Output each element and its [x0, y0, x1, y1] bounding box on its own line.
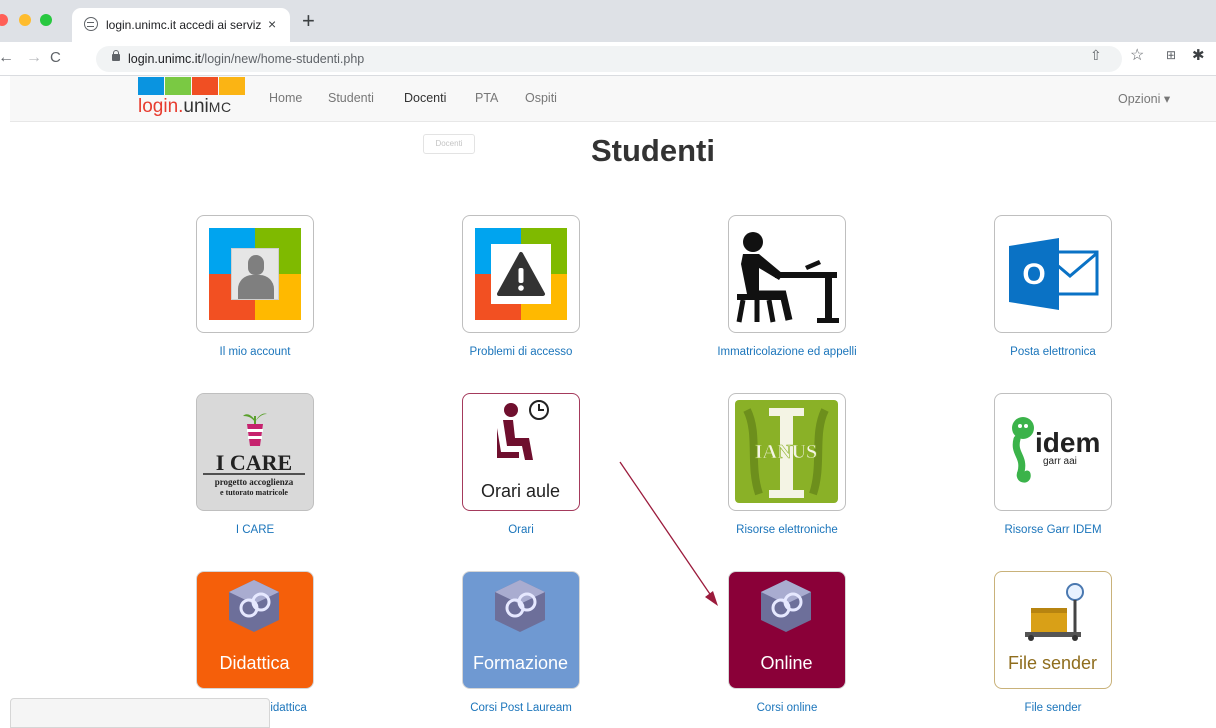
label-orari-aule: Orari aule: [480, 481, 561, 501]
extension-grid-icon[interactable]: ⊞: [1166, 48, 1176, 62]
cube-icon: [229, 580, 279, 632]
svg-text:progetto accoglienza: progetto accoglienza: [215, 477, 294, 487]
close-window-button[interactable]: [0, 14, 8, 26]
svg-text:garr aai: garr aai: [1043, 456, 1077, 467]
idem-logo: idem garr aai: [1012, 417, 1100, 483]
new-tab-button[interactable]: +: [302, 10, 315, 32]
tile-icare[interactable]: I CARE progetto accoglienza e tutorato m…: [196, 393, 314, 511]
logo-square-red: [192, 77, 218, 95]
nav-docenti[interactable]: Docenti: [404, 91, 446, 105]
logo-square-blue: [138, 77, 164, 95]
icare-logo: I CARE progetto accoglienza e tutorato m…: [197, 394, 312, 509]
options-dropdown[interactable]: Opzioni ▾: [1118, 91, 1170, 106]
label-formazione: Formazione: [472, 653, 569, 673]
label-online: Online: [760, 653, 813, 673]
site-navbar: login.uniMC Home Studenti Docenti PTA Os…: [10, 76, 1216, 122]
browser-tab[interactable]: login.unimc.it accedi ai servizi ×: [72, 8, 290, 42]
tile-schedules[interactable]: Orari aule: [462, 393, 580, 511]
tile-online[interactable]: Online: [728, 571, 846, 689]
tile-formazione[interactable]: Formazione: [462, 571, 580, 689]
tab-strip: login.unimc.it accedi ai servizi × +: [0, 0, 1216, 42]
browser-window: login.unimc.it accedi ai servizi × + ← →…: [0, 0, 1216, 728]
bookmark-star-icon[interactable]: ☆: [1130, 45, 1144, 65]
nav-studenti[interactable]: Studenti: [328, 91, 374, 105]
caption-idem[interactable]: Risorse Garr IDEM: [938, 524, 1168, 536]
tile-idem[interactable]: idem garr aai: [994, 393, 1112, 511]
tab-title: login.unimc.it accedi ai servizi: [106, 18, 261, 32]
seat-clock-icon: [497, 400, 549, 460]
caption-schedules[interactable]: Orari: [406, 524, 636, 536]
caption-e-resources[interactable]: Risorse elettroniche: [672, 524, 902, 536]
label-file-sender: File sender: [1007, 653, 1098, 673]
brand-text: login.uniMC: [138, 96, 232, 117]
unimc-logo[interactable]: login.uniMC: [138, 76, 250, 122]
status-bar: [10, 698, 270, 728]
caption-enrollment[interactable]: Immatricolazione ed appelli: [672, 346, 902, 358]
label-didattica: Didattica: [219, 653, 290, 673]
tile-filesender[interactable]: File sender: [994, 571, 1112, 689]
browser-toolbar: ← → C login.unimc.it/login/new/home-stud…: [0, 42, 1216, 76]
warning-icon: [475, 228, 567, 320]
tile-account[interactable]: [196, 215, 314, 333]
tile-access-problems[interactable]: [462, 215, 580, 333]
cube-icon: [495, 580, 545, 632]
svg-text:e tutorato matricole: e tutorato matricole: [220, 488, 288, 497]
nav-ospiti[interactable]: Ospiti: [525, 91, 557, 105]
minimize-window-button[interactable]: [19, 14, 31, 26]
globe-icon: [84, 17, 98, 31]
outlook-icon: O: [1009, 238, 1099, 310]
ianus-logo: IANUS: [735, 400, 838, 503]
share-icon[interactable]: ⇧: [1090, 47, 1102, 64]
back-button[interactable]: ←: [0, 48, 14, 68]
close-tab-icon[interactable]: ×: [268, 16, 276, 32]
caption-icare[interactable]: I CARE: [140, 524, 370, 536]
caption-formazione[interactable]: Corsi Post Lauream: [406, 702, 636, 714]
svg-text:IANUS: IANUS: [755, 441, 817, 463]
caption-account[interactable]: Il mio account: [140, 346, 370, 358]
reload-button[interactable]: C: [50, 48, 61, 68]
svg-text:O: O: [1022, 258, 1045, 291]
nav-home[interactable]: Home: [269, 91, 302, 105]
tile-enrollment[interactable]: [728, 215, 846, 333]
tile-e-resources[interactable]: IANUS: [728, 393, 846, 511]
url-text[interactable]: login.unimc.it/login/new/home-studenti.p…: [128, 52, 364, 66]
forward-button[interactable]: →: [26, 48, 42, 68]
extensions-puzzle-icon[interactable]: ✱: [1192, 46, 1205, 64]
svg-text:I CARE: I CARE: [216, 450, 292, 475]
caption-email[interactable]: Posta elettronica: [938, 346, 1168, 358]
lock-icon[interactable]: [112, 50, 120, 61]
cube-icon: [761, 580, 811, 632]
caption-filesender[interactable]: File sender: [938, 702, 1168, 714]
tile-didattica[interactable]: Didattica: [196, 571, 314, 689]
address-bar[interactable]: login.unimc.it/login/new/home-studenti.p…: [96, 46, 1122, 72]
nav-pta[interactable]: PTA: [475, 91, 498, 105]
svg-text:idem: idem: [1035, 427, 1100, 458]
logo-square-green: [165, 77, 191, 95]
caption-access-problems[interactable]: Problemi di accesso: [406, 346, 636, 358]
student-desk-icon: [736, 232, 839, 323]
scale-icon: [1025, 583, 1084, 641]
maximize-window-button[interactable]: [40, 14, 52, 26]
tile-email[interactable]: O: [994, 215, 1112, 333]
page-title: Studenti: [591, 133, 715, 168]
logo-square-yellow: [219, 77, 245, 95]
caption-online[interactable]: Corsi online: [672, 702, 902, 714]
account-icon: [209, 228, 301, 320]
